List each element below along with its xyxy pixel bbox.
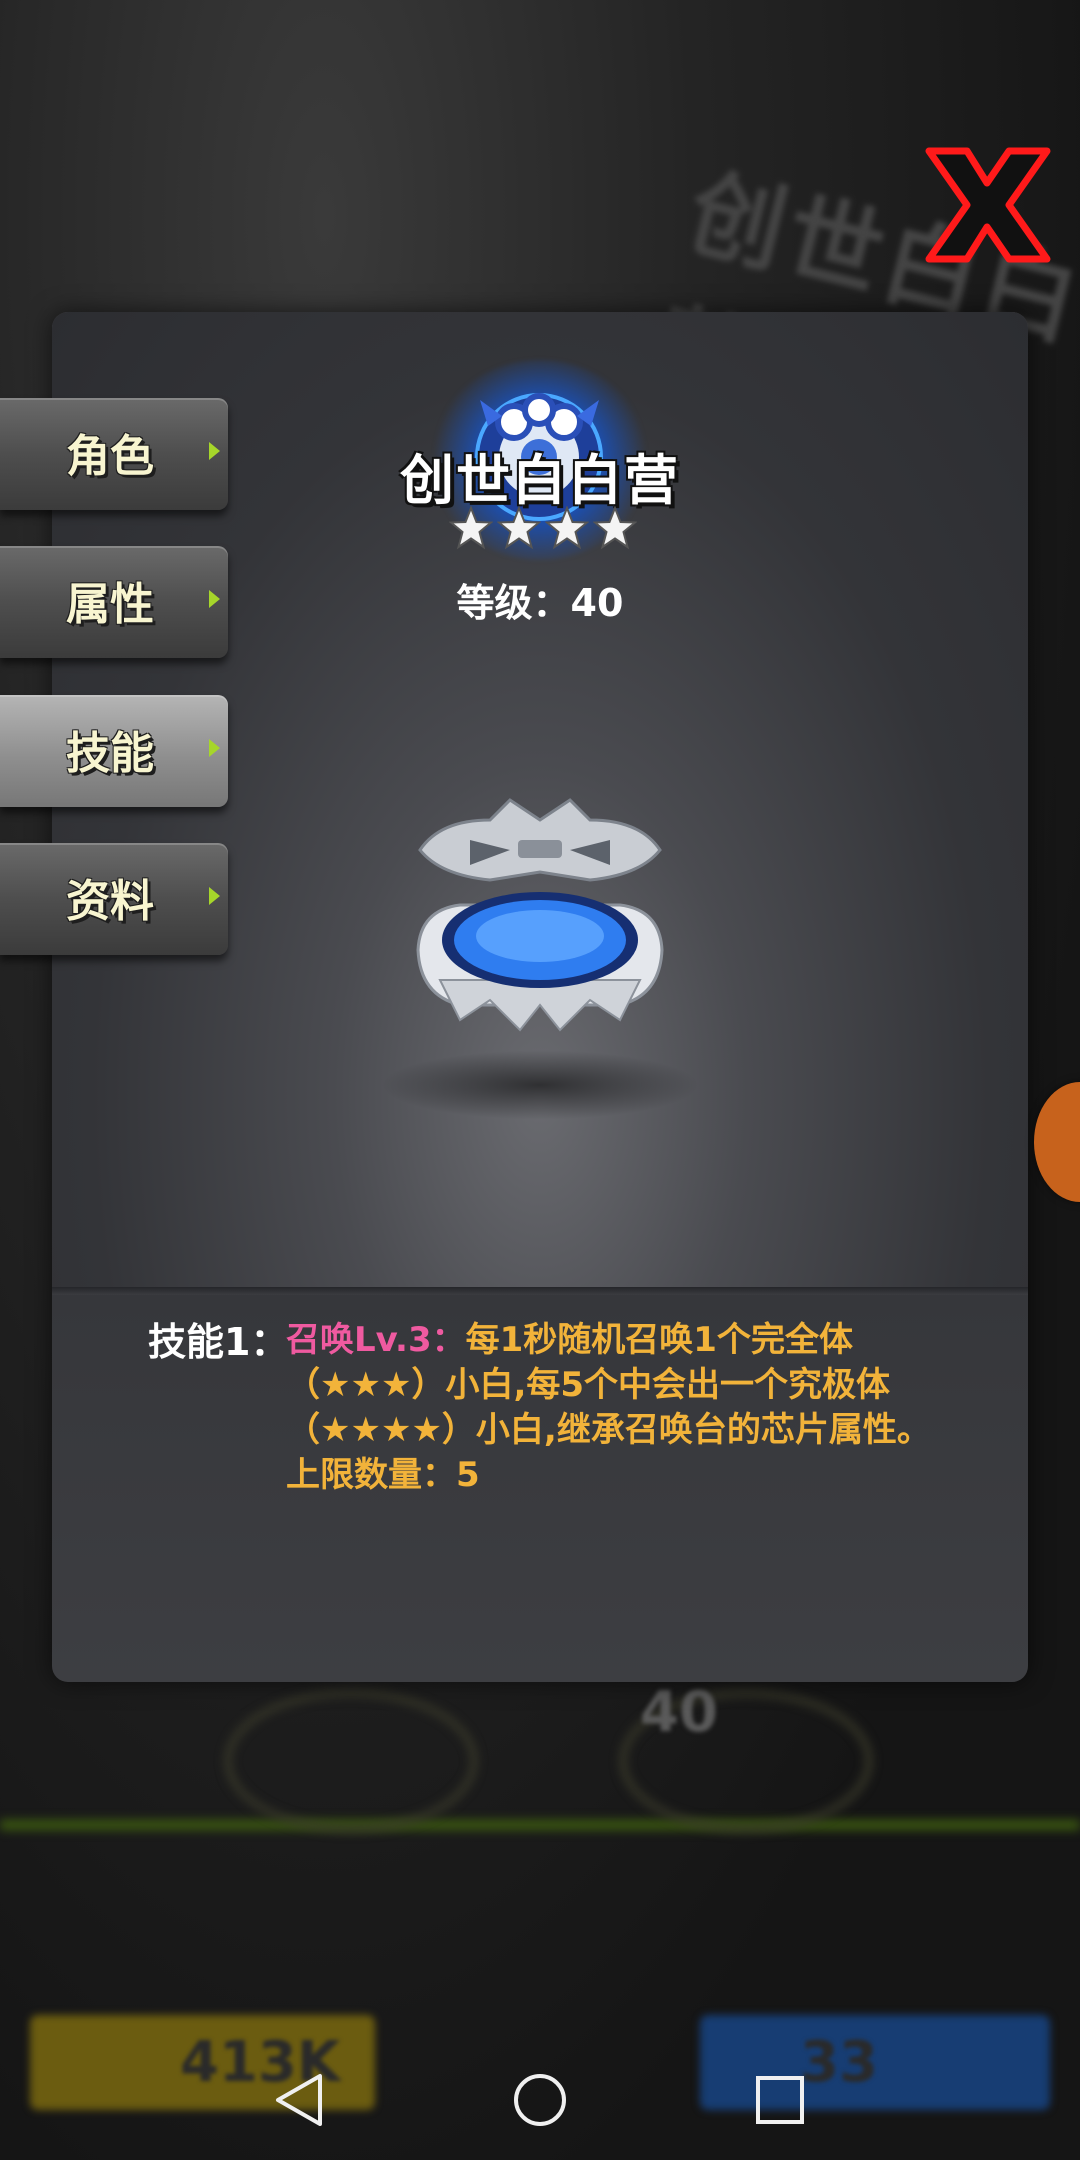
recents-button[interactable] — [742, 2062, 818, 2138]
home-button[interactable] — [502, 2062, 578, 2138]
close-x-icon — [925, 147, 1051, 263]
system-nav-bar — [0, 2040, 1080, 2160]
back-triangle-icon — [276, 2074, 322, 2126]
tab-role-label: 角色 — [66, 431, 154, 482]
level-label: 等级：40 — [456, 581, 624, 625]
skill-label: 技能1： — [148, 1320, 289, 1364]
arrow-right-icon — [209, 590, 220, 608]
star-icon — [545, 506, 589, 550]
star-icon — [449, 506, 493, 550]
tab-attributes[interactable]: 属性 — [0, 546, 228, 658]
arrow-right-icon — [209, 739, 220, 757]
arrow-right-icon — [209, 887, 220, 905]
floating-assist-button[interactable] — [1034, 1082, 1080, 1202]
arrow-right-icon — [209, 442, 220, 460]
game-screen: 创世白白营 40 413K 33 角色 属性 技能 资料 创世白白营 等级：40… — [0, 0, 1080, 2160]
star-rating — [448, 506, 638, 560]
home-circle-icon — [514, 2074, 566, 2126]
skill-name: 召唤Lv.3： — [286, 1320, 466, 1360]
tab-profile-label: 资料 — [66, 876, 154, 927]
background-pedestal-left — [225, 1690, 477, 1832]
tab-role[interactable]: 角色 — [0, 398, 228, 510]
recents-square-icon — [756, 2076, 804, 2124]
star-icon — [593, 506, 637, 550]
star-icon — [497, 506, 541, 550]
tab-skills[interactable]: 技能 — [0, 695, 228, 807]
summon-platform-image — [416, 798, 664, 1032]
background-divider — [0, 1820, 1080, 1830]
panel-divider — [52, 1287, 1028, 1295]
close-button[interactable] — [912, 130, 1062, 280]
back-button[interactable] — [262, 2062, 338, 2138]
tab-attributes-label: 属性 — [66, 579, 154, 630]
background-level-number: 40 — [640, 1680, 718, 1745]
unit-title: 创世白白营 — [400, 449, 680, 512]
tab-skills-label: 技能 — [66, 728, 154, 779]
item-shadow — [380, 1050, 700, 1120]
skill-text: 召唤Lv.3：每1秒随机召唤1个完全体（★★★）小白,每5个中会出一个究极体（★… — [286, 1318, 936, 1498]
tab-profile[interactable]: 资料 — [0, 843, 228, 955]
